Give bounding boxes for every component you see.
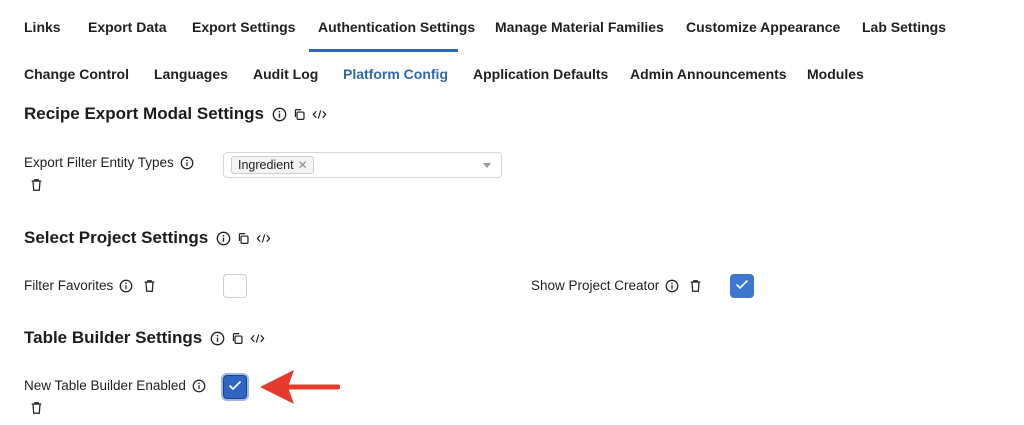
export-filter-select[interactable]: Ingredient ✕ xyxy=(223,152,502,178)
code-icon[interactable] xyxy=(312,108,327,121)
show-project-creator-label: Show Project Creator xyxy=(531,278,702,293)
new-table-builder-checkbox[interactable] xyxy=(223,375,247,399)
section-title-table-builder: Table Builder Settings xyxy=(24,328,265,348)
chevron-down-icon[interactable] xyxy=(483,163,491,168)
copy-icon[interactable] xyxy=(237,232,250,245)
tab-lab-settings[interactable]: Lab Settings xyxy=(862,15,946,39)
section-title-select-project: Select Project Settings xyxy=(24,228,271,248)
field-label-text: Filter Favorites xyxy=(24,278,114,293)
field-label-text: Show Project Creator xyxy=(531,278,660,293)
info-icon[interactable] xyxy=(210,331,225,346)
new-table-builder-label: New Table Builder Enabled xyxy=(24,378,206,393)
export-filter-label: Export Filter Entity Types xyxy=(24,155,194,170)
code-icon[interactable] xyxy=(250,332,265,345)
copy-icon[interactable] xyxy=(231,332,244,345)
active-tab-indicator xyxy=(309,49,458,52)
trash-icon[interactable] xyxy=(30,178,43,197)
trash-icon[interactable] xyxy=(30,401,43,420)
trash-icon[interactable] xyxy=(143,279,156,293)
info-icon[interactable] xyxy=(216,231,231,246)
tab-customize-appearance[interactable]: Customize Appearance xyxy=(686,15,840,39)
trash-icon[interactable] xyxy=(689,279,702,293)
tab-export-settings[interactable]: Export Settings xyxy=(192,15,295,39)
field-label-text: New Table Builder Enabled xyxy=(24,378,186,393)
info-icon[interactable] xyxy=(272,107,287,122)
tab-change-control[interactable]: Change Control xyxy=(24,62,129,86)
annotation-arrow-icon xyxy=(258,367,341,412)
section-title-text: Select Project Settings xyxy=(24,228,209,247)
info-icon[interactable] xyxy=(665,279,679,293)
info-icon[interactable] xyxy=(192,379,206,393)
code-icon[interactable] xyxy=(256,232,271,245)
copy-icon[interactable] xyxy=(293,108,306,121)
tab-admin-announcements[interactable]: Admin Announcements xyxy=(630,62,787,86)
tab-authentication-settings[interactable]: Authentication Settings xyxy=(318,15,475,39)
check-icon xyxy=(228,378,242,396)
section-title-recipe-export: Recipe Export Modal Settings xyxy=(24,104,327,124)
tab-languages[interactable]: Languages xyxy=(154,62,228,86)
field-label-text: Export Filter Entity Types xyxy=(24,155,174,170)
tab-application-defaults[interactable]: Application Defaults xyxy=(473,62,608,86)
tab-audit-log[interactable]: Audit Log xyxy=(253,62,318,86)
info-icon[interactable] xyxy=(119,279,133,293)
tab-links[interactable]: Links xyxy=(24,15,61,39)
section-title-text: Recipe Export Modal Settings xyxy=(24,104,264,123)
tab-export-data[interactable]: Export Data xyxy=(88,15,167,39)
info-icon[interactable] xyxy=(180,156,194,170)
check-icon xyxy=(735,277,749,295)
chip-remove-icon[interactable]: ✕ xyxy=(298,157,308,173)
tab-platform-config[interactable]: Platform Config xyxy=(343,62,448,86)
section-title-text: Table Builder Settings xyxy=(24,328,203,347)
selected-chip: Ingredient ✕ xyxy=(231,156,314,174)
filter-favorites-label: Filter Favorites xyxy=(24,278,156,293)
chip-label: Ingredient xyxy=(238,158,294,172)
filter-favorites-checkbox[interactable] xyxy=(223,274,247,298)
tab-manage-material-families[interactable]: Manage Material Families xyxy=(495,15,664,39)
show-project-creator-checkbox[interactable] xyxy=(730,274,754,298)
tab-modules[interactable]: Modules xyxy=(807,62,864,86)
